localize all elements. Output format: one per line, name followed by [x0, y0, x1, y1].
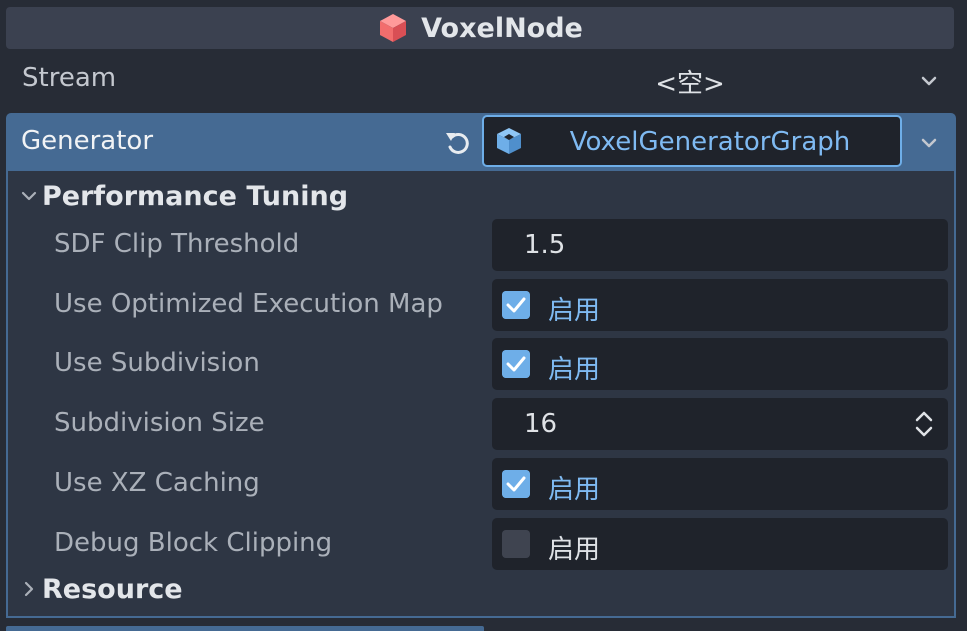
property-subdivision-size: Subdivision Size 16: [14, 398, 948, 450]
field-value: 1.5: [524, 230, 566, 260]
subdivision-size-spinbox[interactable]: 16: [492, 398, 948, 450]
optimized-execution-map-toggle[interactable]: 启用: [492, 279, 948, 331]
property-sdf-clip-threshold: SDF Clip Threshold 1.5: [14, 219, 948, 271]
property-use-xz-caching: Use XZ Caching 启用: [14, 458, 948, 510]
chevron-down-icon[interactable]: [20, 187, 38, 205]
inspector-panel: VoxelNode Stream <空> Generator VoxelGene…: [0, 0, 967, 631]
property-label: Use XZ Caching: [54, 468, 260, 498]
node-title: VoxelNode: [421, 12, 583, 44]
chevron-down-icon[interactable]: [918, 132, 940, 154]
checkbox-label: 启用: [548, 475, 601, 505]
checkbox-checked-icon[interactable]: [502, 291, 530, 319]
checkbox-label: 启用: [548, 355, 601, 385]
chevron-right-icon[interactable]: [20, 580, 38, 598]
property-generator[interactable]: Generator VoxelGeneratorGraph: [6, 113, 956, 171]
chevron-down-icon[interactable]: [918, 70, 940, 92]
stream-label: Stream: [22, 63, 117, 93]
property-stream[interactable]: Stream <空>: [0, 52, 967, 108]
property-label: Use Optimized Execution Map: [54, 289, 443, 319]
debug-block-clipping-toggle[interactable]: 启用: [492, 518, 948, 570]
checkbox-checked-icon[interactable]: [502, 350, 530, 378]
field-value: 16: [524, 409, 558, 439]
revert-icon[interactable]: [442, 127, 474, 159]
property-use-optimized-execution-map: Use Optimized Execution Map 启用: [14, 279, 948, 331]
section-resource[interactable]: Resource: [14, 568, 948, 612]
property-debug-block-clipping: Debug Block Clipping 启用: [14, 518, 948, 570]
next-property-edge: [6, 626, 484, 631]
node-header: VoxelNode: [6, 7, 954, 49]
stream-value[interactable]: <空>: [600, 63, 780, 100]
sdf-clip-threshold-field[interactable]: 1.5: [492, 219, 948, 271]
checkbox-label: 启用: [548, 296, 601, 326]
spin-updown-icon[interactable]: [912, 408, 936, 440]
property-use-subdivision: Use Subdivision 启用: [14, 338, 948, 390]
xz-caching-toggle[interactable]: 启用: [492, 458, 948, 510]
property-label: SDF Clip Threshold: [54, 229, 300, 259]
voxel-node-icon: [380, 14, 407, 42]
section-title: Performance Tuning: [42, 181, 349, 212]
section-performance-tuning[interactable]: Performance Tuning: [14, 175, 948, 219]
property-label: Debug Block Clipping: [54, 528, 333, 558]
checkbox-label: 启用: [548, 535, 601, 565]
checkbox-checked-icon[interactable]: [502, 470, 530, 498]
voxel-generator-graph-icon: [497, 128, 521, 154]
generator-label: Generator: [21, 126, 154, 156]
checkbox-unchecked-icon[interactable]: [502, 530, 530, 558]
property-label: Subdivision Size: [54, 408, 265, 438]
generator-resource-picker[interactable]: VoxelGeneratorGraph: [482, 115, 902, 167]
generator-sub-inspector: Performance Tuning SDF Clip Threshold 1.…: [6, 171, 956, 618]
section-title: Resource: [42, 574, 183, 605]
generator-resource-name: VoxelGeneratorGraph: [569, 127, 851, 157]
property-label: Use Subdivision: [54, 348, 260, 378]
use-subdivision-toggle[interactable]: 启用: [492, 338, 948, 390]
